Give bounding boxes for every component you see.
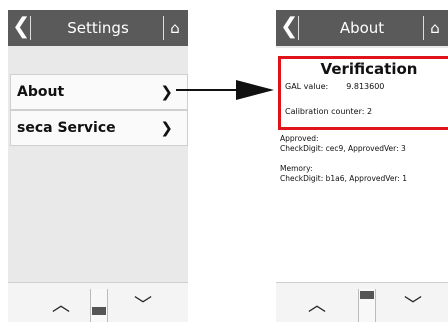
menu-item-about[interactable]: About ❯ [10,74,188,110]
calibration-counter: Calibration counter: 2 [285,107,373,116]
verification-title: Verification [320,60,418,78]
scroll-up-button[interactable]: ︿ [308,291,326,317]
page-title: Settings [67,19,129,37]
bottom-nav-bar: ︿ ﹀ [276,282,448,322]
menu-item-label: About [17,84,65,100]
scroll-thumb[interactable] [360,291,374,299]
memory-detail: CheckDigit: b1a6, ApprovedVer: 1 [280,174,408,183]
back-button[interactable]: ❮ [12,16,31,40]
chevron-right-icon: ❯ [160,83,173,101]
bottom-nav-bar: ︿ ﹀ [8,282,188,322]
memory-info: Memory: CheckDigit: b1a6, ApprovedVer: 1 [280,164,407,184]
memory-title: Memory: [280,164,313,173]
scroll-track[interactable] [358,289,376,322]
menu-item-label: seca Service [17,120,116,136]
about-screen: ❮ About ⌂ Verification GAL value: 9.81360… [276,10,448,322]
arrow-head-icon [236,80,274,100]
approved-info: Approved: CheckDigit: cec9, ApprovedVer:… [280,134,406,154]
verification-panel: Verification GAL value: 9.813600 Calibrat… [278,56,448,130]
gal-value-row: GAL value: 9.813600 [285,82,384,91]
menu-item-seca-service[interactable]: seca Service ❯ [10,110,188,146]
scroll-down-button[interactable]: ﹀ [134,291,152,317]
settings-header: ❮ Settings ⌂ [8,10,188,46]
back-button[interactable]: ❮ [280,16,299,40]
page-title: About [339,19,385,37]
approved-title: Approved: [280,134,319,143]
about-header: ❮ About ⌂ [276,10,448,46]
home-icon[interactable]: ⌂ [423,16,446,40]
gal-label: GAL value: [285,82,329,91]
chevron-right-icon: ❯ [160,119,173,137]
approved-detail: CheckDigit: cec9, ApprovedVer: 3 [280,144,406,153]
scroll-track[interactable] [90,289,108,322]
home-icon[interactable]: ⌂ [163,16,186,40]
scroll-up-button[interactable]: ︿ [52,291,70,317]
scroll-thumb[interactable] [92,307,106,315]
scroll-down-button[interactable]: ﹀ [404,291,422,317]
gal-value: 9.813600 [346,82,385,91]
settings-screen: ❮ Settings ⌂ About ❯ seca Service ❯ ︿ ﹀ [8,10,188,322]
